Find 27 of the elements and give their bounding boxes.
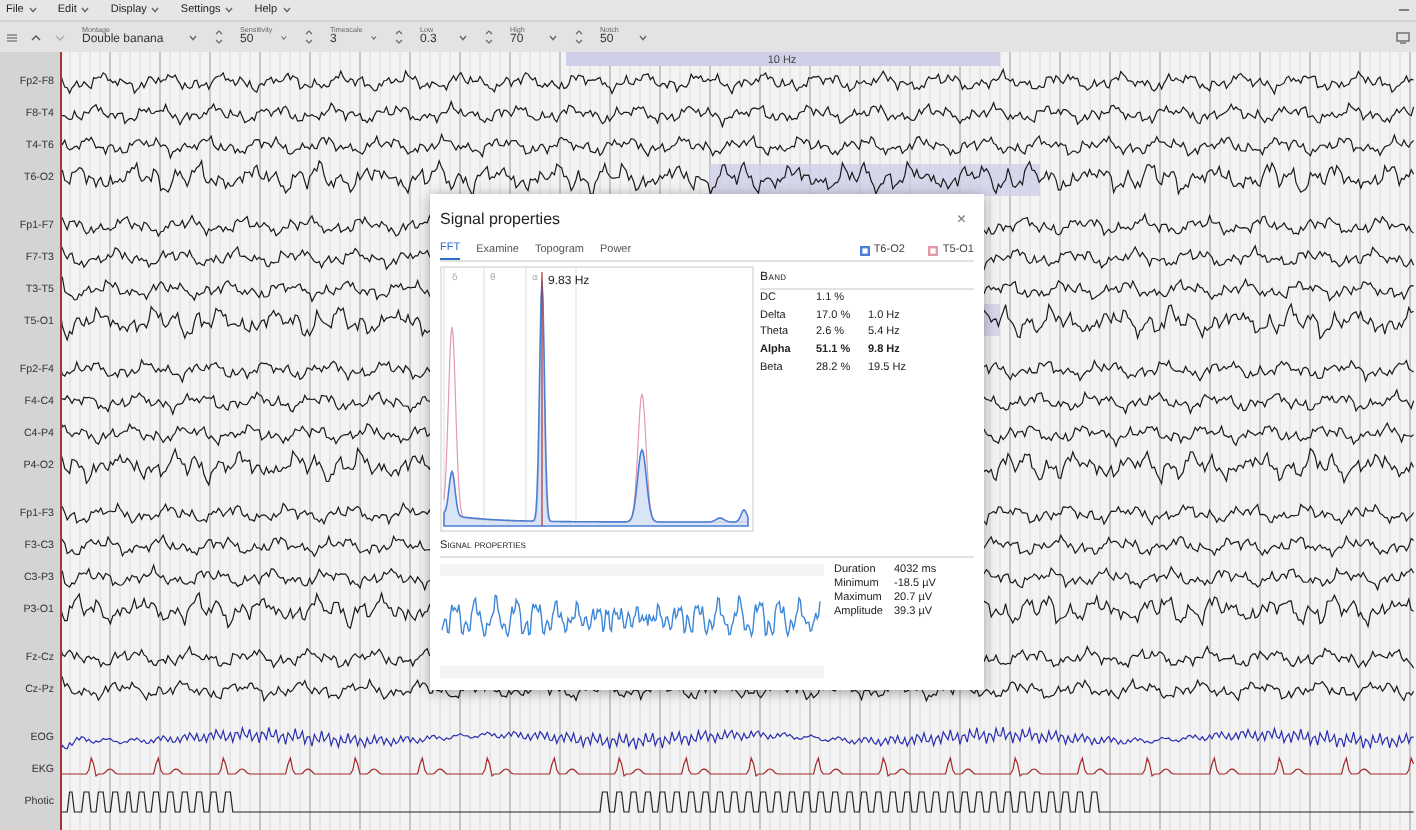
- caret-icon: [80, 6, 91, 14]
- minimize-icon[interactable]: [1398, 6, 1410, 14]
- dialog-title: Signal properties: [440, 209, 561, 227]
- caret-icon: [281, 6, 292, 14]
- chevron-up-icon[interactable]: [30, 31, 42, 43]
- caret-icon: [370, 33, 378, 41]
- caret-icon: [280, 33, 288, 41]
- caret-icon: [638, 33, 648, 41]
- caret-icon: [150, 6, 161, 14]
- spin-down-icon[interactable]: [214, 38, 224, 46]
- spin-up-icon[interactable]: [214, 28, 224, 36]
- close-button[interactable]: ×: [948, 209, 974, 227]
- spin-down-icon[interactable]: [394, 38, 404, 46]
- spin-down-icon[interactable]: [574, 38, 584, 46]
- caret-icon: [188, 33, 198, 41]
- spin-up-icon[interactable]: [304, 28, 314, 36]
- caret-icon: [548, 33, 558, 41]
- spin-up-icon[interactable]: [484, 28, 494, 36]
- spin-down-icon[interactable]: [304, 38, 314, 46]
- caret-icon: [458, 33, 468, 41]
- legend-swatch: [859, 245, 870, 255]
- caret-icon: [224, 6, 235, 14]
- caret-icon: [27, 6, 38, 14]
- legend-swatch: [928, 245, 939, 255]
- spin-down-icon[interactable]: [484, 38, 494, 46]
- spin-up-icon[interactable]: [574, 28, 584, 36]
- spin-up-icon[interactable]: [394, 28, 404, 36]
